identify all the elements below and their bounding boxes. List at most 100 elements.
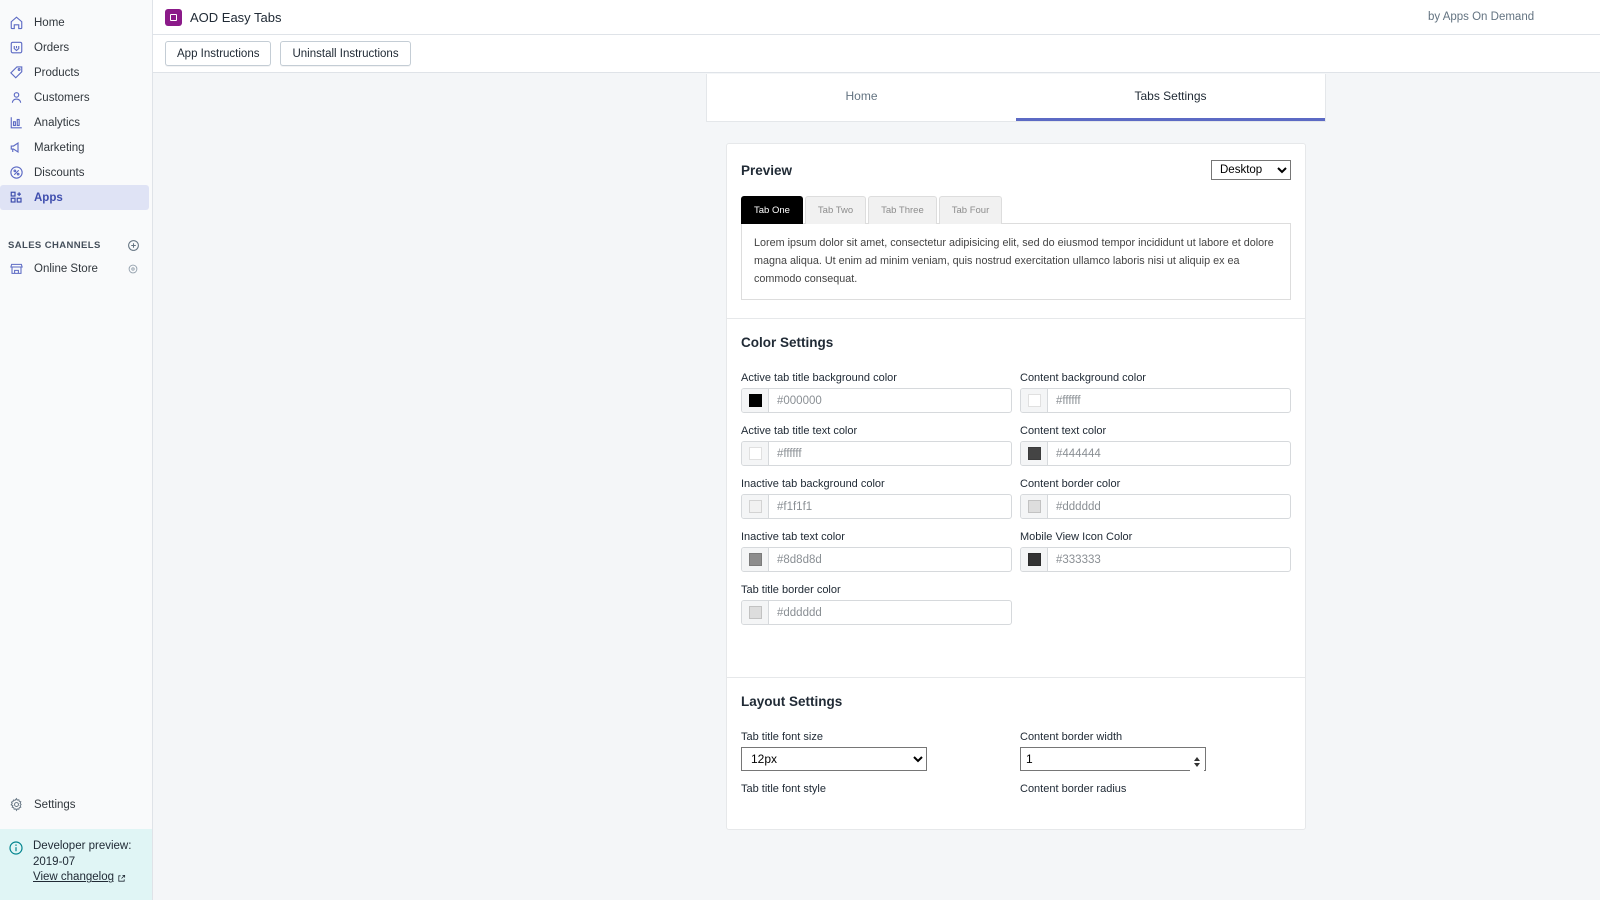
main-region: AOD Easy Tabs by Apps On Demand App Inst…	[153, 0, 1600, 900]
field-label: Content border width	[1020, 731, 1291, 743]
field-label: Tab title border color	[741, 584, 1012, 596]
preview-section: Preview Desktop Mobile Tab One Tab Two T…	[727, 144, 1305, 318]
color-swatch-button[interactable]	[1021, 548, 1048, 571]
color-hex-input[interactable]	[1048, 548, 1290, 571]
color-hex-input[interactable]	[769, 389, 1011, 412]
app-instructions-button[interactable]: App Instructions	[165, 41, 271, 66]
sidebar-item-products[interactable]: Products	[0, 60, 149, 85]
field-label: Content border color	[1020, 478, 1291, 490]
orders-icon	[8, 40, 24, 56]
sidebar-nav: Home Orders Products Customers Analytics	[0, 0, 152, 281]
preview-tab-three[interactable]: Tab Three	[868, 196, 937, 224]
field-inactive-tab-background-color: Inactive tab background color	[741, 478, 1012, 519]
stepper-up-icon[interactable]	[1194, 757, 1200, 761]
field-tab-title-font-style: Tab title font style	[741, 783, 1012, 799]
preview-tab-one[interactable]: Tab One	[741, 196, 803, 224]
color-swatch-button[interactable]	[1021, 442, 1048, 465]
sidebar-item-label: Orders	[34, 42, 69, 54]
color-swatch	[749, 394, 762, 407]
field-label: Tab title font size	[741, 731, 1012, 743]
color-input-group	[741, 547, 1012, 572]
color-hex-input[interactable]	[1048, 442, 1290, 465]
field-label: Inactive tab text color	[741, 531, 1012, 543]
sidebar-item-label: Products	[34, 67, 79, 79]
field-label: Active tab title text color	[741, 425, 1012, 437]
developer-preview-banner: Developer preview: 2019-07 View changelo…	[0, 829, 152, 900]
products-icon	[8, 65, 24, 81]
app-square-icon	[165, 9, 182, 26]
app-identity: AOD Easy Tabs	[165, 9, 282, 26]
sidebar-item-label: Analytics	[34, 117, 80, 129]
uninstall-instructions-button[interactable]: Uninstall Instructions	[280, 41, 410, 66]
sidebar-item-apps[interactable]: Apps	[0, 185, 149, 210]
stepper-down-icon[interactable]	[1194, 763, 1200, 767]
color-hex-input[interactable]	[769, 495, 1011, 518]
color-input-group	[741, 600, 1012, 625]
field-label: Content background color	[1020, 372, 1291, 384]
field-content-border-color: Content border color	[1020, 478, 1291, 519]
sidebar-item-customers[interactable]: Customers	[0, 85, 149, 110]
color-swatch-button[interactable]	[742, 495, 769, 518]
color-swatch	[749, 447, 762, 460]
sidebar-item-discounts[interactable]: Discounts	[0, 160, 149, 185]
developer-preview-line2: 2019-07	[33, 856, 75, 868]
sidebar-item-marketing[interactable]: Marketing	[0, 135, 149, 160]
preview-tab-four[interactable]: Tab Four	[939, 196, 1003, 224]
plus-circle-icon[interactable]	[127, 239, 140, 252]
color-swatch	[1028, 553, 1041, 566]
developer-preview-line1: Developer preview:	[33, 840, 131, 852]
color-swatch-button[interactable]	[742, 548, 769, 571]
field-label: Tab title font style	[741, 783, 1012, 795]
developer-preview-text: Developer preview: 2019-07 View changelo…	[33, 839, 131, 886]
tab-tabs-settings[interactable]: Tabs Settings	[1016, 74, 1325, 121]
color-hex-input[interactable]	[769, 548, 1011, 571]
sidebar-item-label: Apps	[34, 192, 63, 204]
content-border-width-input[interactable]	[1020, 747, 1206, 771]
sidebar-item-analytics[interactable]: Analytics	[0, 110, 149, 135]
color-settings-section: Color Settings Active tab title backgrou…	[727, 319, 1305, 677]
field-label: Inactive tab background color	[741, 478, 1012, 490]
color-input-group	[741, 388, 1012, 413]
info-icon	[8, 840, 24, 886]
color-swatch	[1028, 500, 1041, 513]
color-settings-title: Color Settings	[741, 335, 1291, 350]
color-swatch-button[interactable]	[742, 389, 769, 412]
app-author: by Apps On Demand	[1428, 11, 1588, 23]
app-root: Home Orders Products Customers Analytics	[0, 0, 1600, 900]
app-actionbar: App Instructions Uninstall Instructions	[153, 35, 1600, 73]
sidebar-item-online-store[interactable]: Online Store	[0, 256, 149, 281]
number-stepper[interactable]	[1190, 752, 1204, 772]
sidebar-item-home[interactable]: Home	[0, 10, 149, 35]
sidebar-item-orders[interactable]: Orders	[0, 35, 149, 60]
view-changelog-link[interactable]: View changelog	[33, 870, 126, 886]
color-hex-input[interactable]	[769, 442, 1011, 465]
font-size-select-wrap: 10px 11px 12px 13px 14px 16px 18px	[741, 750, 927, 767]
device-select[interactable]: Desktop Mobile	[1211, 160, 1291, 180]
color-swatch-button[interactable]	[1021, 389, 1048, 412]
field-label: Active tab title background color	[741, 372, 1012, 384]
font-size-select[interactable]: 10px 11px 12px 13px 14px 16px 18px	[741, 747, 927, 771]
field-tab-title-font-size: Tab title font size 10px 11px 12px 13px …	[741, 731, 1012, 771]
color-swatch-button[interactable]	[1021, 495, 1048, 518]
tab-home[interactable]: Home	[707, 74, 1016, 121]
color-swatch-button[interactable]	[742, 442, 769, 465]
field-content-background-color: Content background color	[1020, 372, 1291, 413]
preview-tab-content: Lorem ipsum dolor sit amet, consectetur …	[741, 223, 1291, 300]
color-swatch-button[interactable]	[742, 601, 769, 624]
grid-spacer	[1020, 584, 1291, 637]
sidebar-item-settings[interactable]: Settings	[0, 792, 149, 817]
field-active-tab-title-text-color: Active tab title text color	[741, 425, 1012, 466]
content-area: Home Tabs Settings Preview Desktop Mobil…	[153, 74, 1600, 900]
color-swatch	[1028, 394, 1041, 407]
color-hex-input[interactable]	[1048, 495, 1290, 518]
settings-panel: Preview Desktop Mobile Tab One Tab Two T…	[726, 143, 1306, 830]
color-hex-input[interactable]	[1048, 389, 1290, 412]
view-icon[interactable]	[127, 263, 139, 275]
color-hex-input[interactable]	[769, 601, 1011, 624]
sidebar-item-label: Marketing	[34, 142, 85, 154]
field-inactive-tab-text-color: Inactive tab text color	[741, 531, 1012, 572]
preview-tab-two[interactable]: Tab Two	[805, 196, 866, 224]
field-content-border-radius: Content border radius	[1020, 783, 1291, 799]
sidebar: Home Orders Products Customers Analytics	[0, 0, 153, 900]
store-icon	[8, 261, 24, 277]
